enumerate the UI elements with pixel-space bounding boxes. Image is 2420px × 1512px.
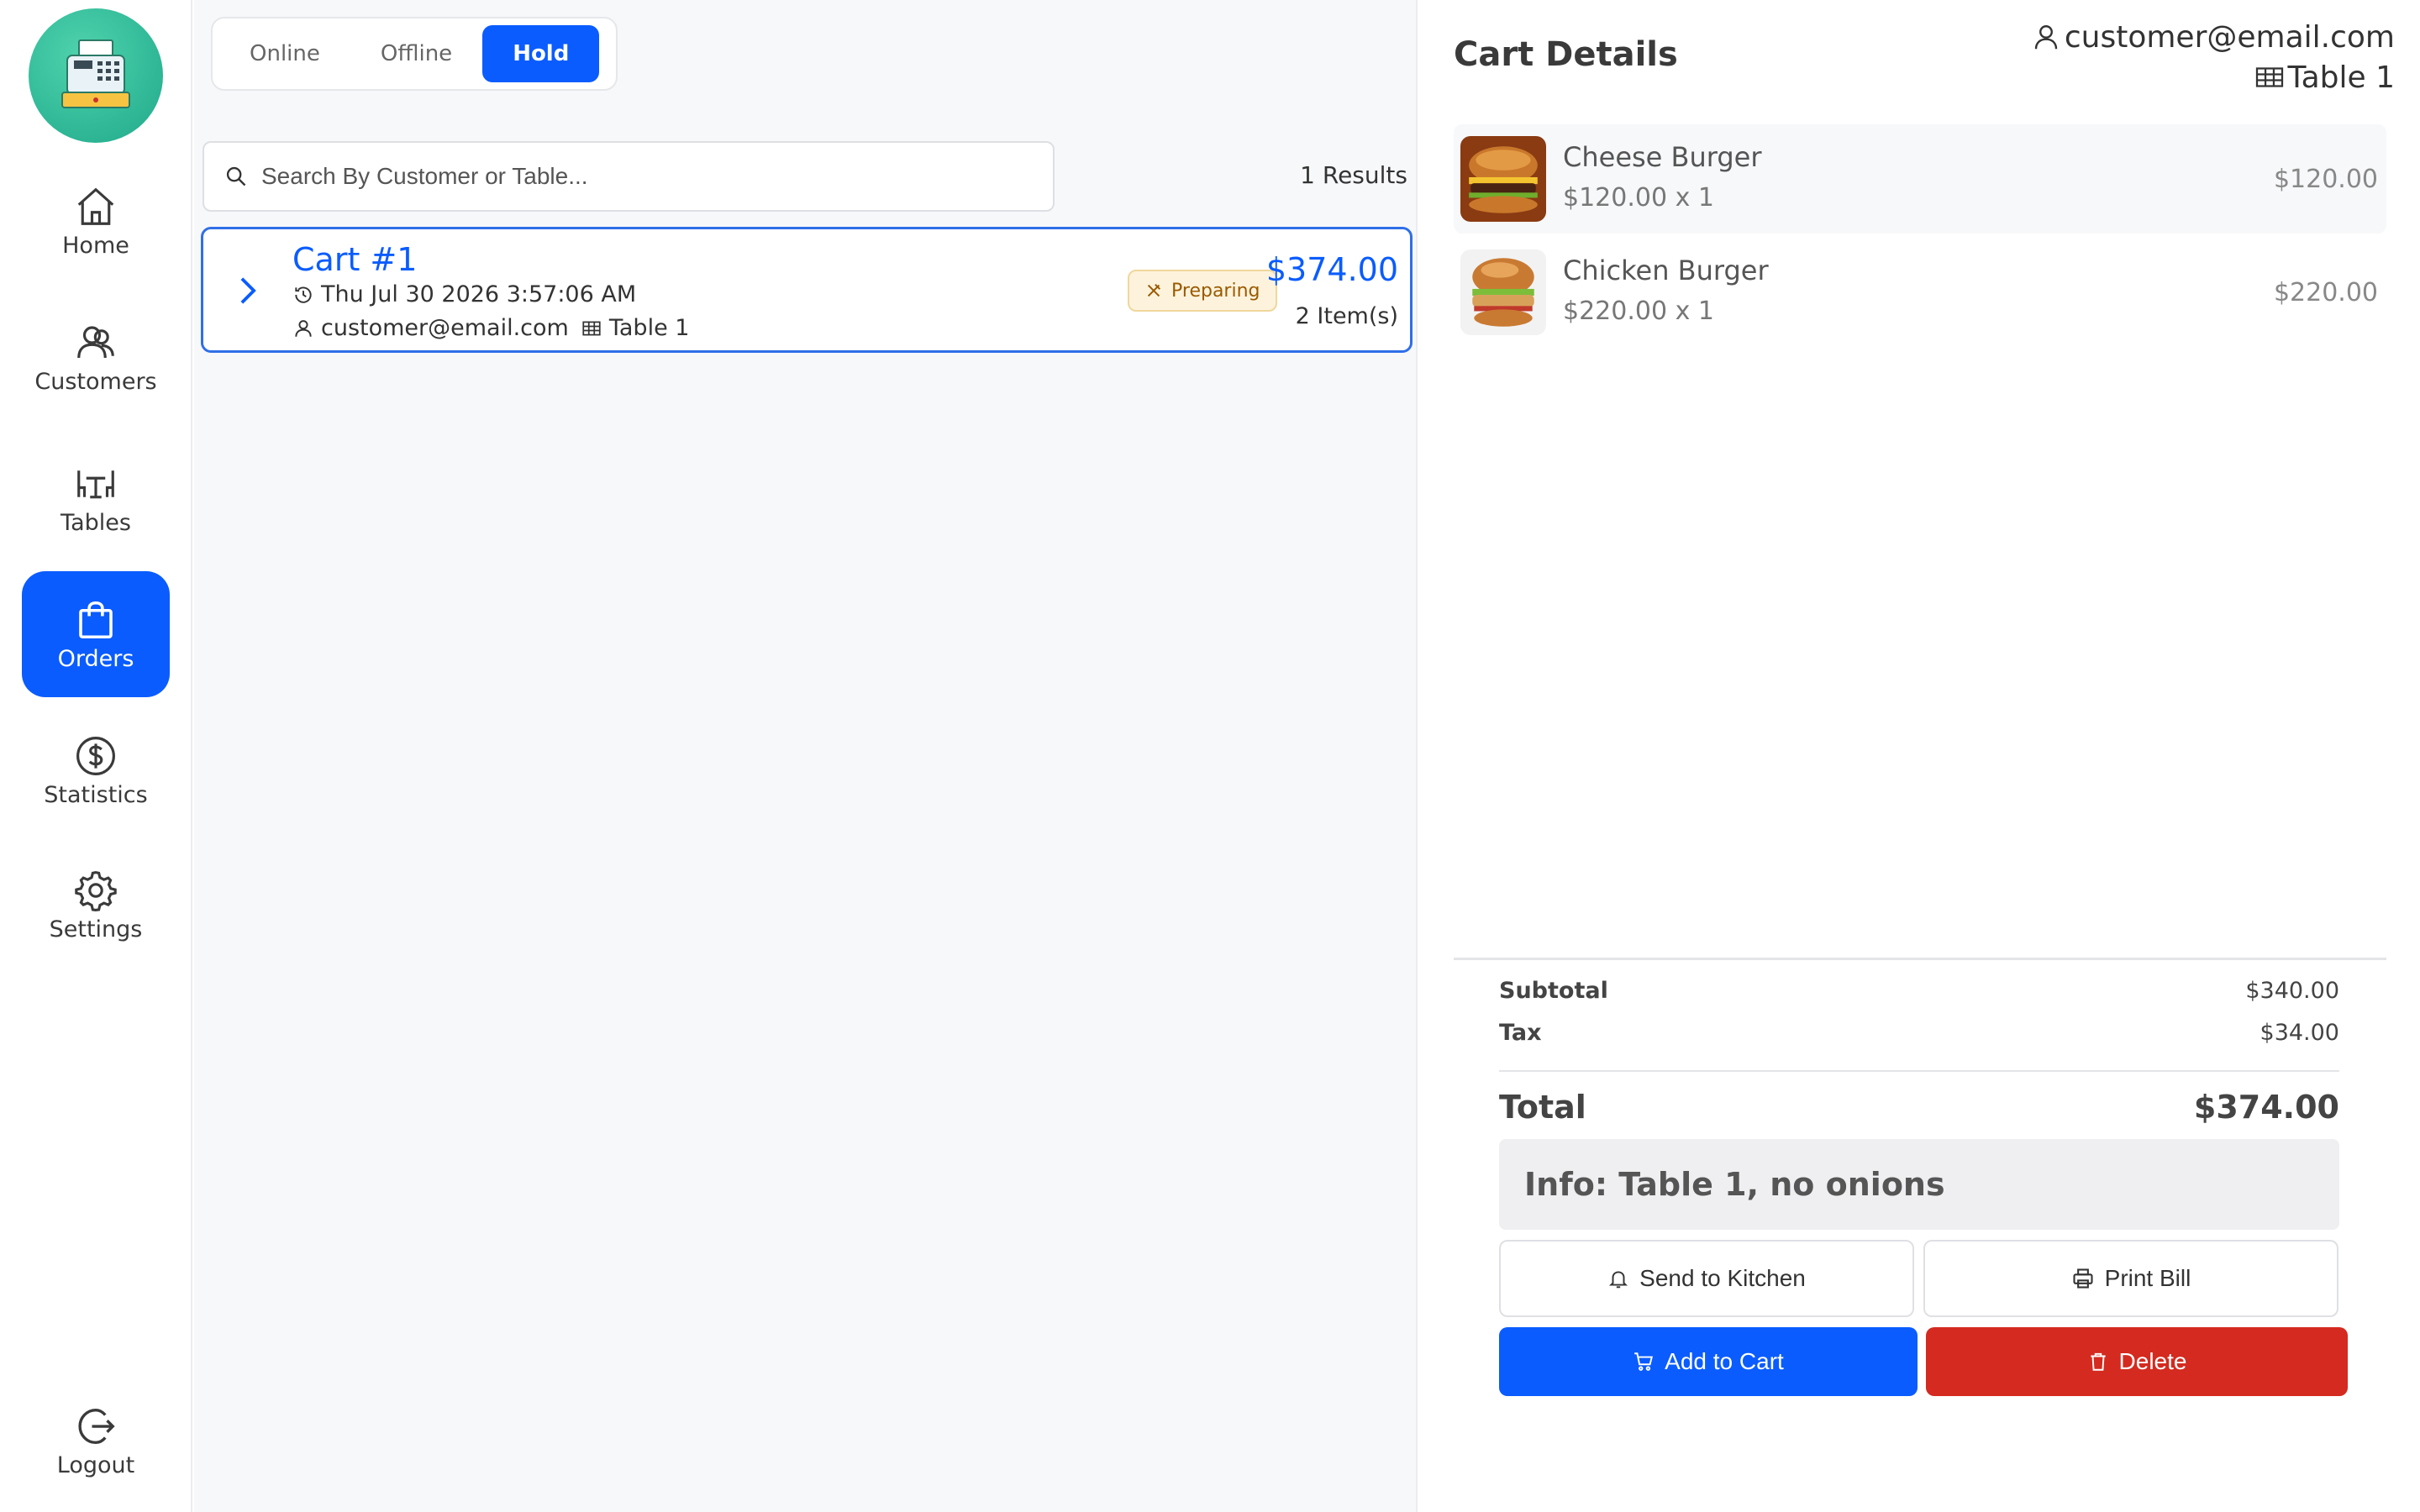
total-label: Total: [1499, 1089, 1586, 1126]
divider: [1499, 1070, 2339, 1072]
sidebar-item-label: Customers: [34, 368, 157, 395]
logout-label: Logout: [56, 1452, 135, 1478]
tax-label: Tax: [1499, 1020, 1542, 1046]
sidebar-item-settings[interactable]: Settings: [22, 842, 170, 968]
utensils-icon: [1147, 283, 1161, 297]
grid-table-icon: [2255, 67, 2283, 87]
subtotal-value: $340.00: [2245, 978, 2339, 1004]
item-price: $120.00: [2273, 165, 2378, 194]
item-qty: $120.00 x 1: [1563, 183, 1714, 213]
sidebar-item-orders[interactable]: Orders: [22, 571, 170, 697]
shopping-bag-icon: [79, 601, 113, 638]
printer-icon: [2073, 1268, 2093, 1289]
tab-online[interactable]: Online: [219, 25, 350, 82]
trash-icon: [2090, 1352, 2106, 1371]
table-chairs-icon: [77, 470, 114, 498]
search-icon: [226, 166, 246, 186]
send-to-kitchen-label: Send to Kitchen: [1639, 1265, 1806, 1291]
app-logo: [29, 8, 163, 143]
cart-customer-row: customer@email.com Table 1: [292, 315, 689, 341]
order-type-tabs: Online Offline Hold: [211, 17, 618, 91]
subtotal-row: Subtotal $340.00: [1499, 978, 2339, 1004]
sidebar-item-tables[interactable]: Tables: [22, 435, 170, 561]
item-qty: $220.00 x 1: [1563, 297, 1714, 326]
results-count: 1 Results: [1300, 161, 1407, 189]
user-icon: [2034, 25, 2058, 50]
cart-details-panel: Cart Details customer@email.com Table 1: [1419, 0, 2420, 1512]
item-name: Chicken Burger: [1563, 255, 1769, 286]
sidebar-item-customers[interactable]: Customers: [22, 294, 170, 420]
users-icon: [77, 325, 114, 358]
delete-button[interactable]: Delete: [1926, 1327, 2348, 1396]
clock-icon: [295, 286, 312, 303]
print-bill-button[interactable]: Print Bill: [1923, 1240, 2338, 1317]
sidebar-item-statistics[interactable]: Statistics: [22, 707, 170, 833]
cart-datetime-row: Thu Jul 30 2026 3:57:06 AM: [292, 281, 636, 307]
logout-button[interactable]: Logout: [22, 1378, 170, 1504]
status-badge: Preparing: [1128, 270, 1277, 312]
divider: [1454, 958, 2386, 960]
print-bill-label: Print Bill: [2104, 1265, 2191, 1291]
cart-details-meta: customer@email.com Table 1: [2031, 17, 2395, 97]
sidebar-item-label: Home: [62, 232, 129, 259]
sidebar-item-label: Orders: [57, 645, 134, 672]
delete-label: Delete: [2118, 1348, 2187, 1374]
total-value: $374.00: [2193, 1089, 2339, 1126]
cart-customer: customer@email.com: [321, 315, 569, 341]
tab-hold[interactable]: Hold: [482, 25, 600, 82]
cart-customer-row: customer@email.com: [2031, 17, 2395, 57]
grid-table-icon: [582, 321, 601, 335]
item-name: Cheese Burger: [1563, 141, 1762, 173]
list-item[interactable]: Cheese Burger $120.00 x 1 $120.00: [1454, 124, 2386, 234]
sidebar-item-label: Statistics: [44, 781, 148, 808]
cart-details-table: Table 1: [2287, 60, 2395, 95]
cart-datetime: Thu Jul 30 2026 3:57:06 AM: [321, 281, 637, 307]
cart-item-count: 2 Item(s): [1295, 303, 1398, 329]
send-to-kitchen-button[interactable]: Send to Kitchen: [1499, 1240, 1914, 1317]
dollar-circle-icon: [76, 736, 115, 775]
cart-details-customer: customer@email.com: [2064, 19, 2395, 55]
order-info-note: Info: Table 1, no onions: [1499, 1139, 2339, 1230]
cart-details-title: Cart Details: [1454, 35, 1678, 74]
bell-icon: [1609, 1271, 1628, 1289]
sidebar-item-label: Tables: [60, 509, 131, 536]
user-icon: [295, 319, 312, 337]
sidebar: Home Customers Tables Orders Statistics: [0, 0, 192, 1512]
cart-icon: [1634, 1352, 1654, 1371]
subtotal-label: Subtotal: [1499, 978, 1608, 1004]
food-thumbnail: [1460, 136, 1546, 222]
total-row: Total $374.00: [1499, 1089, 2339, 1126]
search-input[interactable]: [261, 163, 1018, 190]
list-item[interactable]: Chicken Burger $220.00 x 1 $220.00: [1454, 238, 2386, 347]
cart-table: Table 1: [608, 315, 690, 341]
status-text: Preparing: [1171, 280, 1260, 302]
sidebar-item-label: Settings: [49, 916, 143, 942]
item-price: $220.00: [2273, 278, 2378, 307]
home-icon: [77, 187, 114, 225]
burger-icon: [1460, 249, 1546, 335]
orders-panel: Online Offline Hold 1 Results Cart #1 Th…: [194, 0, 1418, 1512]
tab-offline[interactable]: Offline: [350, 25, 482, 82]
burger-icon: [1460, 136, 1546, 222]
chevron-right-icon[interactable]: [235, 275, 260, 307]
cart-card[interactable]: Cart #1 Thu Jul 30 2026 3:57:06 AM custo…: [201, 227, 1413, 353]
add-to-cart-button[interactable]: Add to Cart: [1499, 1327, 1918, 1396]
cart-title[interactable]: Cart #1: [292, 241, 417, 278]
cart-total: $374.00: [1265, 251, 1398, 288]
food-thumbnail: [1460, 249, 1546, 335]
logout-icon: [78, 1408, 115, 1444]
gear-icon: [75, 870, 117, 911]
add-to-cart-label: Add to Cart: [1665, 1348, 1784, 1374]
sidebar-item-home[interactable]: Home: [22, 158, 170, 284]
cart-table-row: Table 1: [2031, 57, 2395, 97]
tax-row: Tax $34.00: [1499, 1020, 2339, 1046]
search-box: [203, 141, 1055, 212]
tax-value: $34.00: [2260, 1020, 2339, 1046]
cash-register-icon: [61, 39, 130, 108]
